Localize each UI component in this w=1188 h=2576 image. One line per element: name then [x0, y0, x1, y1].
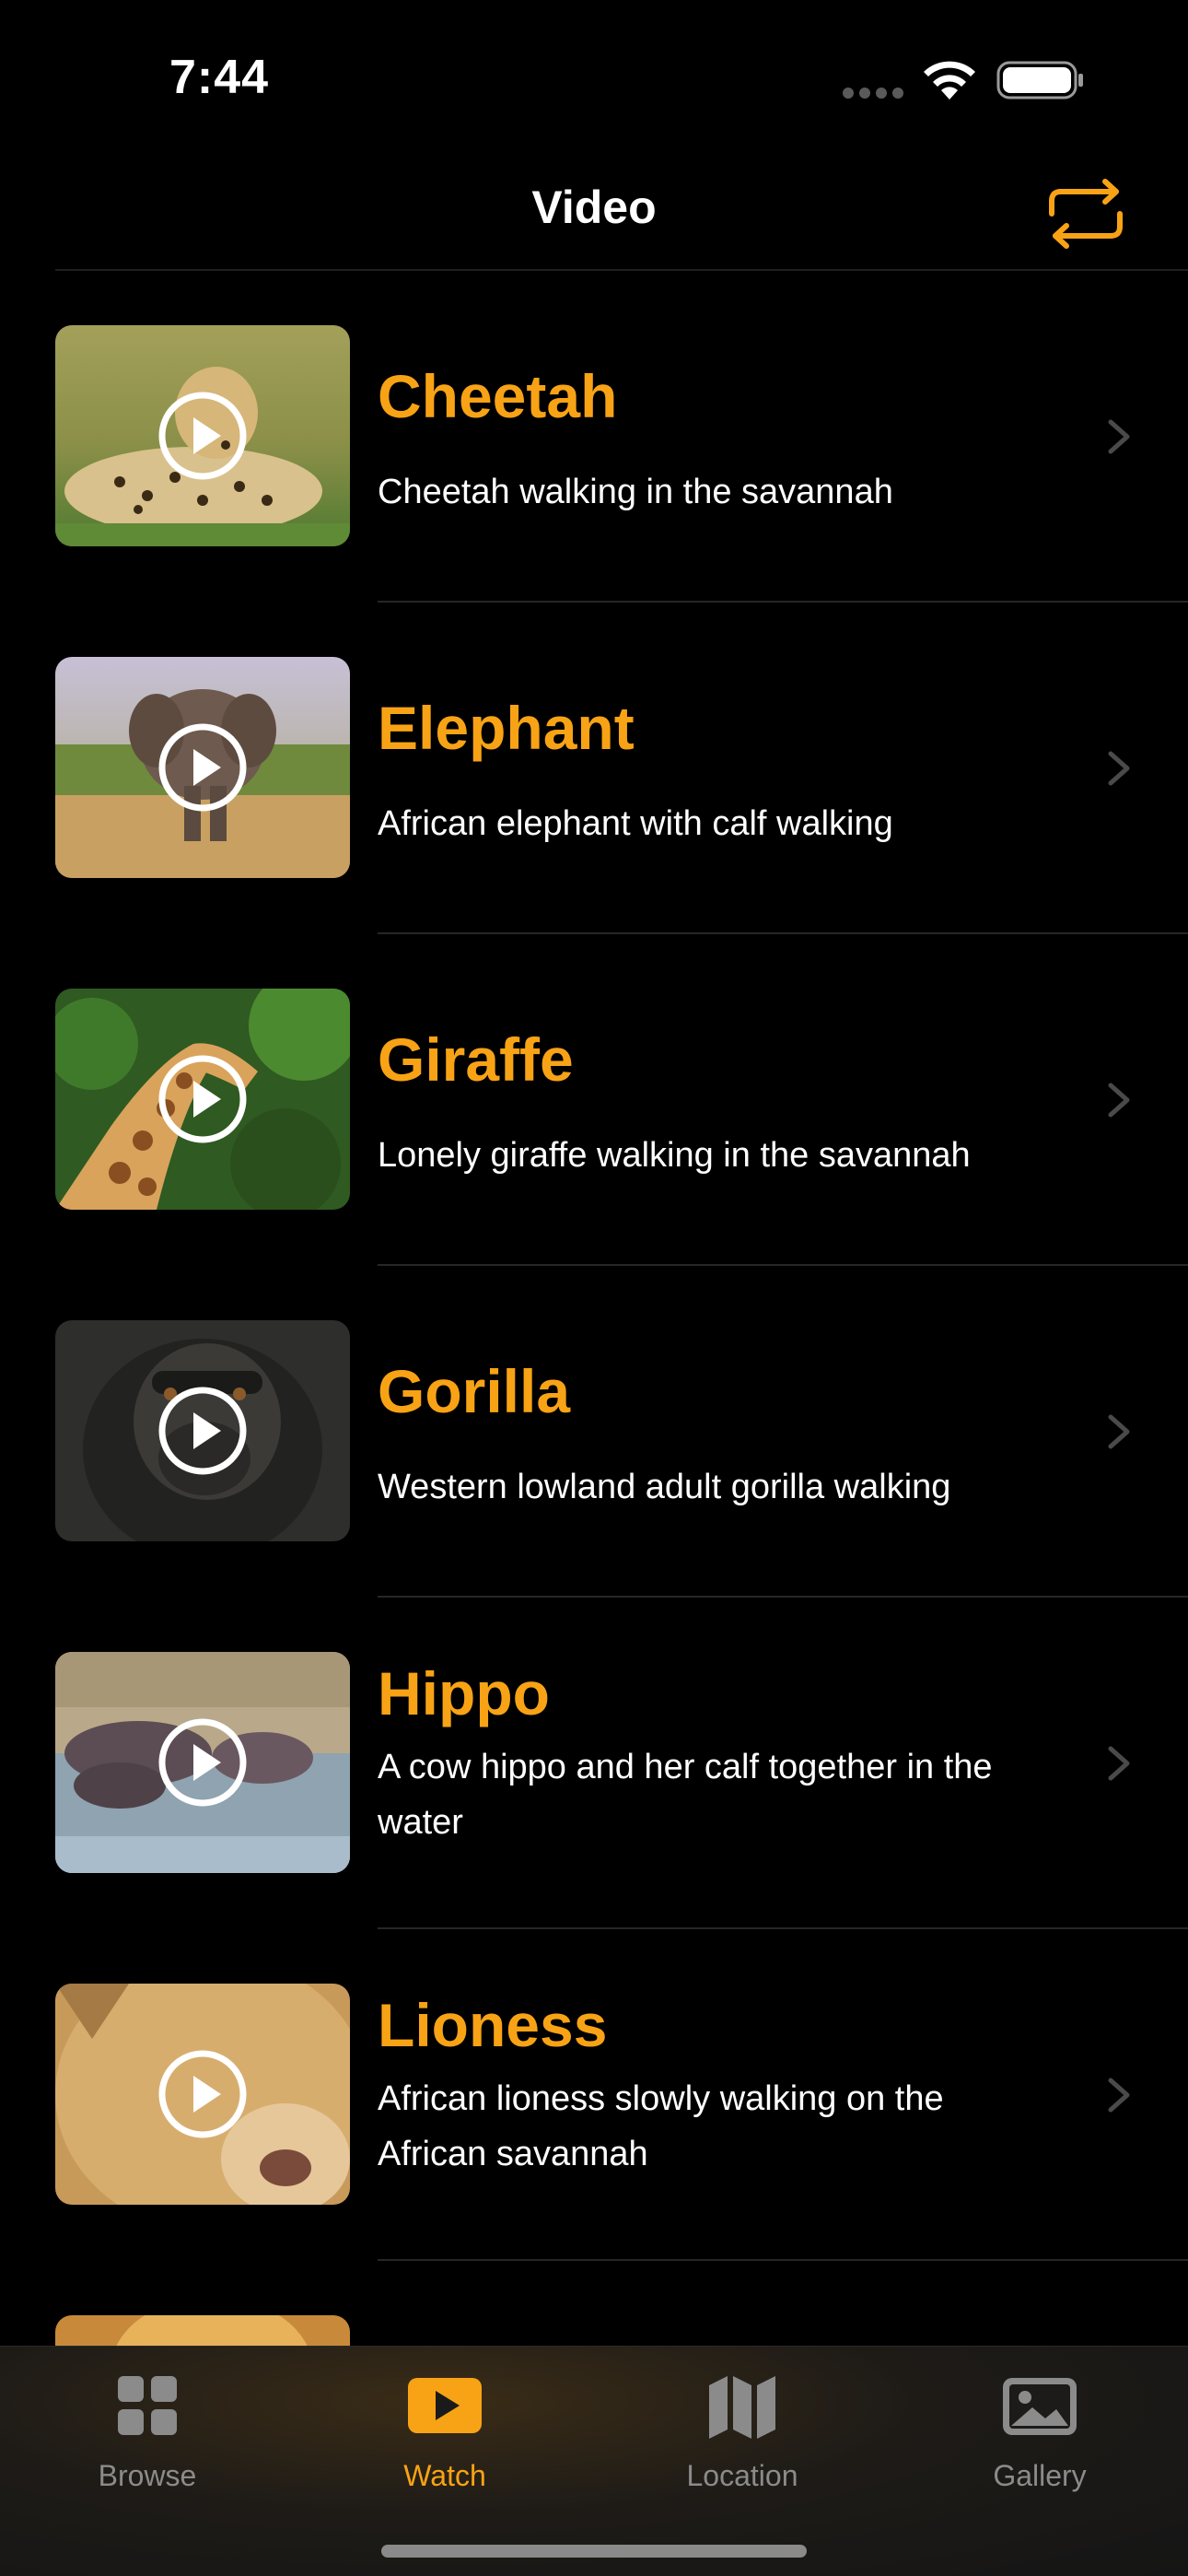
video-subtitle: African lioness slowly walking on the Af… — [378, 2079, 944, 2173]
video-thumbnail[interactable] — [55, 1652, 350, 1873]
video-thumbnail[interactable] — [55, 325, 350, 546]
tab-gallery[interactable]: Gallery — [929, 2347, 1150, 2494]
play-circle-icon — [158, 1718, 247, 1807]
play-circle-icon — [158, 723, 247, 812]
play-circle-icon — [158, 1387, 247, 1475]
tab-label: Location — [686, 2459, 798, 2492]
status-bar: 7:44 — [0, 0, 1188, 157]
screen: 7:44 Video Cheetah Cheetah walking in th… — [0, 0, 1188, 2576]
video-thumbnail[interactable] — [55, 657, 350, 878]
list-item[interactable]: Elephant African elephant with calf walk… — [0, 603, 1188, 934]
tab-label: Browse — [98, 2459, 197, 2492]
video-title: Gorilla — [378, 1357, 571, 1425]
video-title: Lioness — [378, 1991, 608, 2059]
video-title: Cheetah — [378, 362, 618, 430]
battery-icon — [996, 61, 1083, 100]
list-item[interactable]: Giraffe Lonely giraffe walking in the sa… — [0, 934, 1188, 1266]
video-title: Elephant — [378, 694, 635, 762]
tab-label: Gallery — [993, 2459, 1087, 2492]
status-time: 7:44 — [169, 51, 270, 104]
home-indicator[interactable] — [381, 2545, 807, 2558]
chevron-right-icon — [1108, 751, 1130, 786]
chevron-right-icon — [1108, 1083, 1130, 1118]
chevron-right-icon — [1108, 419, 1130, 454]
video-subtitle: Lonely giraffe walking in the savannah — [378, 1136, 971, 1175]
play-rectangle-icon — [408, 2378, 482, 2433]
video-thumbnail[interactable] — [55, 1320, 350, 1541]
page-title: Video — [531, 181, 657, 233]
list-item[interactable]: Hippo A cow hippo and her calf together … — [0, 1598, 1188, 1929]
video-thumbnail[interactable] — [55, 1984, 350, 2205]
wifi-icon — [924, 61, 975, 100]
tab-label: Watch — [403, 2459, 486, 2492]
video-subtitle: African elephant with calf walking — [378, 804, 893, 843]
photo-icon — [1003, 2378, 1077, 2435]
grid-icon — [118, 2376, 177, 2435]
video-title: Hippo — [378, 1659, 550, 1727]
map-icon — [709, 2376, 775, 2439]
list-item[interactable]: Cheetah Cheetah walking in the savannah — [0, 271, 1188, 603]
tab-browse[interactable]: Browse — [37, 2347, 258, 2494]
play-circle-icon — [158, 392, 247, 480]
play-circle-icon — [158, 2050, 247, 2138]
navigation-bar: Video — [0, 157, 1188, 271]
list-item[interactable]: Lioness African lioness slowly walking o… — [0, 1929, 1188, 2261]
video-title: Giraffe — [378, 1025, 574, 1094]
chevron-right-icon — [1108, 2078, 1130, 2113]
video-list[interactable]: Cheetah Cheetah walking in the savannah — [0, 271, 1188, 2536]
repeat-icon[interactable] — [1046, 179, 1125, 249]
chevron-right-icon — [1108, 1746, 1130, 1781]
video-thumbnail[interactable] — [55, 989, 350, 1210]
tab-bar: Browse Watch Location Gallery — [0, 2346, 1188, 2576]
tab-watch[interactable]: Watch — [334, 2347, 555, 2494]
play-circle-icon — [158, 1055, 247, 1143]
cellular-signal-icon — [843, 88, 905, 99]
video-subtitle: A cow hippo and her calf together in the… — [378, 1748, 993, 1842]
chevron-right-icon — [1108, 1414, 1130, 1449]
list-item[interactable]: Gorilla Western lowland adult gorilla wa… — [0, 1266, 1188, 1598]
video-subtitle: Cheetah walking in the savannah — [378, 473, 893, 511]
video-subtitle: Western lowland adult gorilla walking — [378, 1468, 951, 1506]
tab-location[interactable]: Location — [632, 2347, 853, 2494]
